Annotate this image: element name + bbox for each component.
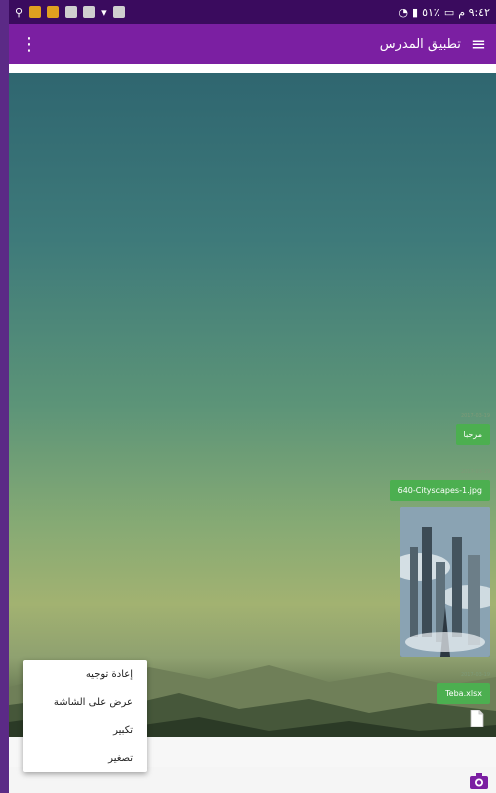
app-title: تطبيق المدرس [379,36,461,52]
menu-item-zoom-out[interactable]: تصغير [23,744,147,772]
divider [9,64,496,73]
message-bubble[interactable]: 640-Cityscapes-1.jpg [389,480,490,501]
menu-item-view-on-screen[interactable]: عرض على الشاشة [23,688,147,716]
document-icon[interactable] [470,710,484,727]
image-message[interactable] [400,507,490,657]
usb-icon: ⚲ [15,5,24,19]
menu-item-zoom-in[interactable]: تكبير [23,716,147,744]
image-icon [83,6,96,18]
app-bar: ⋮ ≡ تطبيق المدرس [9,24,496,64]
camera-icon[interactable] [470,773,488,789]
clock: ٩:٤٢ م [458,5,490,19]
hamburger-icon[interactable]: ≡ [471,34,486,55]
battery-icon: ▭ [443,5,455,19]
battery-level: ٥١٪ [422,5,440,19]
app-notification-icon [29,6,42,18]
message-timestamp: 2017-03-19 [460,672,490,678]
app-frame: ⚲ ▾ ◔ ▮ ٥١٪ ▭ ٩:٤٢ م ⋮ ≡ تطبيق المدرس 20… [0,0,496,793]
wifi-icon: ◔ [398,5,409,19]
signal-icon: ▮ [412,5,419,19]
more-vert-icon[interactable]: ⋮ [19,34,39,55]
system-status: ◔ ▮ ٥١٪ ▭ ٩:٤٢ م [398,6,490,19]
notification-icons: ⚲ ▾ [15,6,125,19]
download-icon: ▾ [101,5,107,19]
message-timestamp: 2017-03-19 [460,469,490,475]
status-bar: ⚲ ▾ ◔ ▮ ٥١٪ ▭ ٩:٤٢ م [9,0,496,24]
message-bubble[interactable]: Teba.xlsx [437,683,490,704]
message-bubble[interactable]: مرحبا [455,424,490,445]
message-timestamp: 2017-03-19 [460,413,490,419]
menu-item-forward[interactable]: إعادة توجيه [23,660,147,688]
city-photo [400,507,490,657]
context-menu: إعادة توجيه عرض على الشاشة تكبير تصغير [23,660,147,772]
bag-icon [112,6,125,18]
gallery-icon [65,6,78,18]
title-area: ≡ تطبيق المدرس [380,34,486,55]
app-notification-icon [47,6,60,18]
